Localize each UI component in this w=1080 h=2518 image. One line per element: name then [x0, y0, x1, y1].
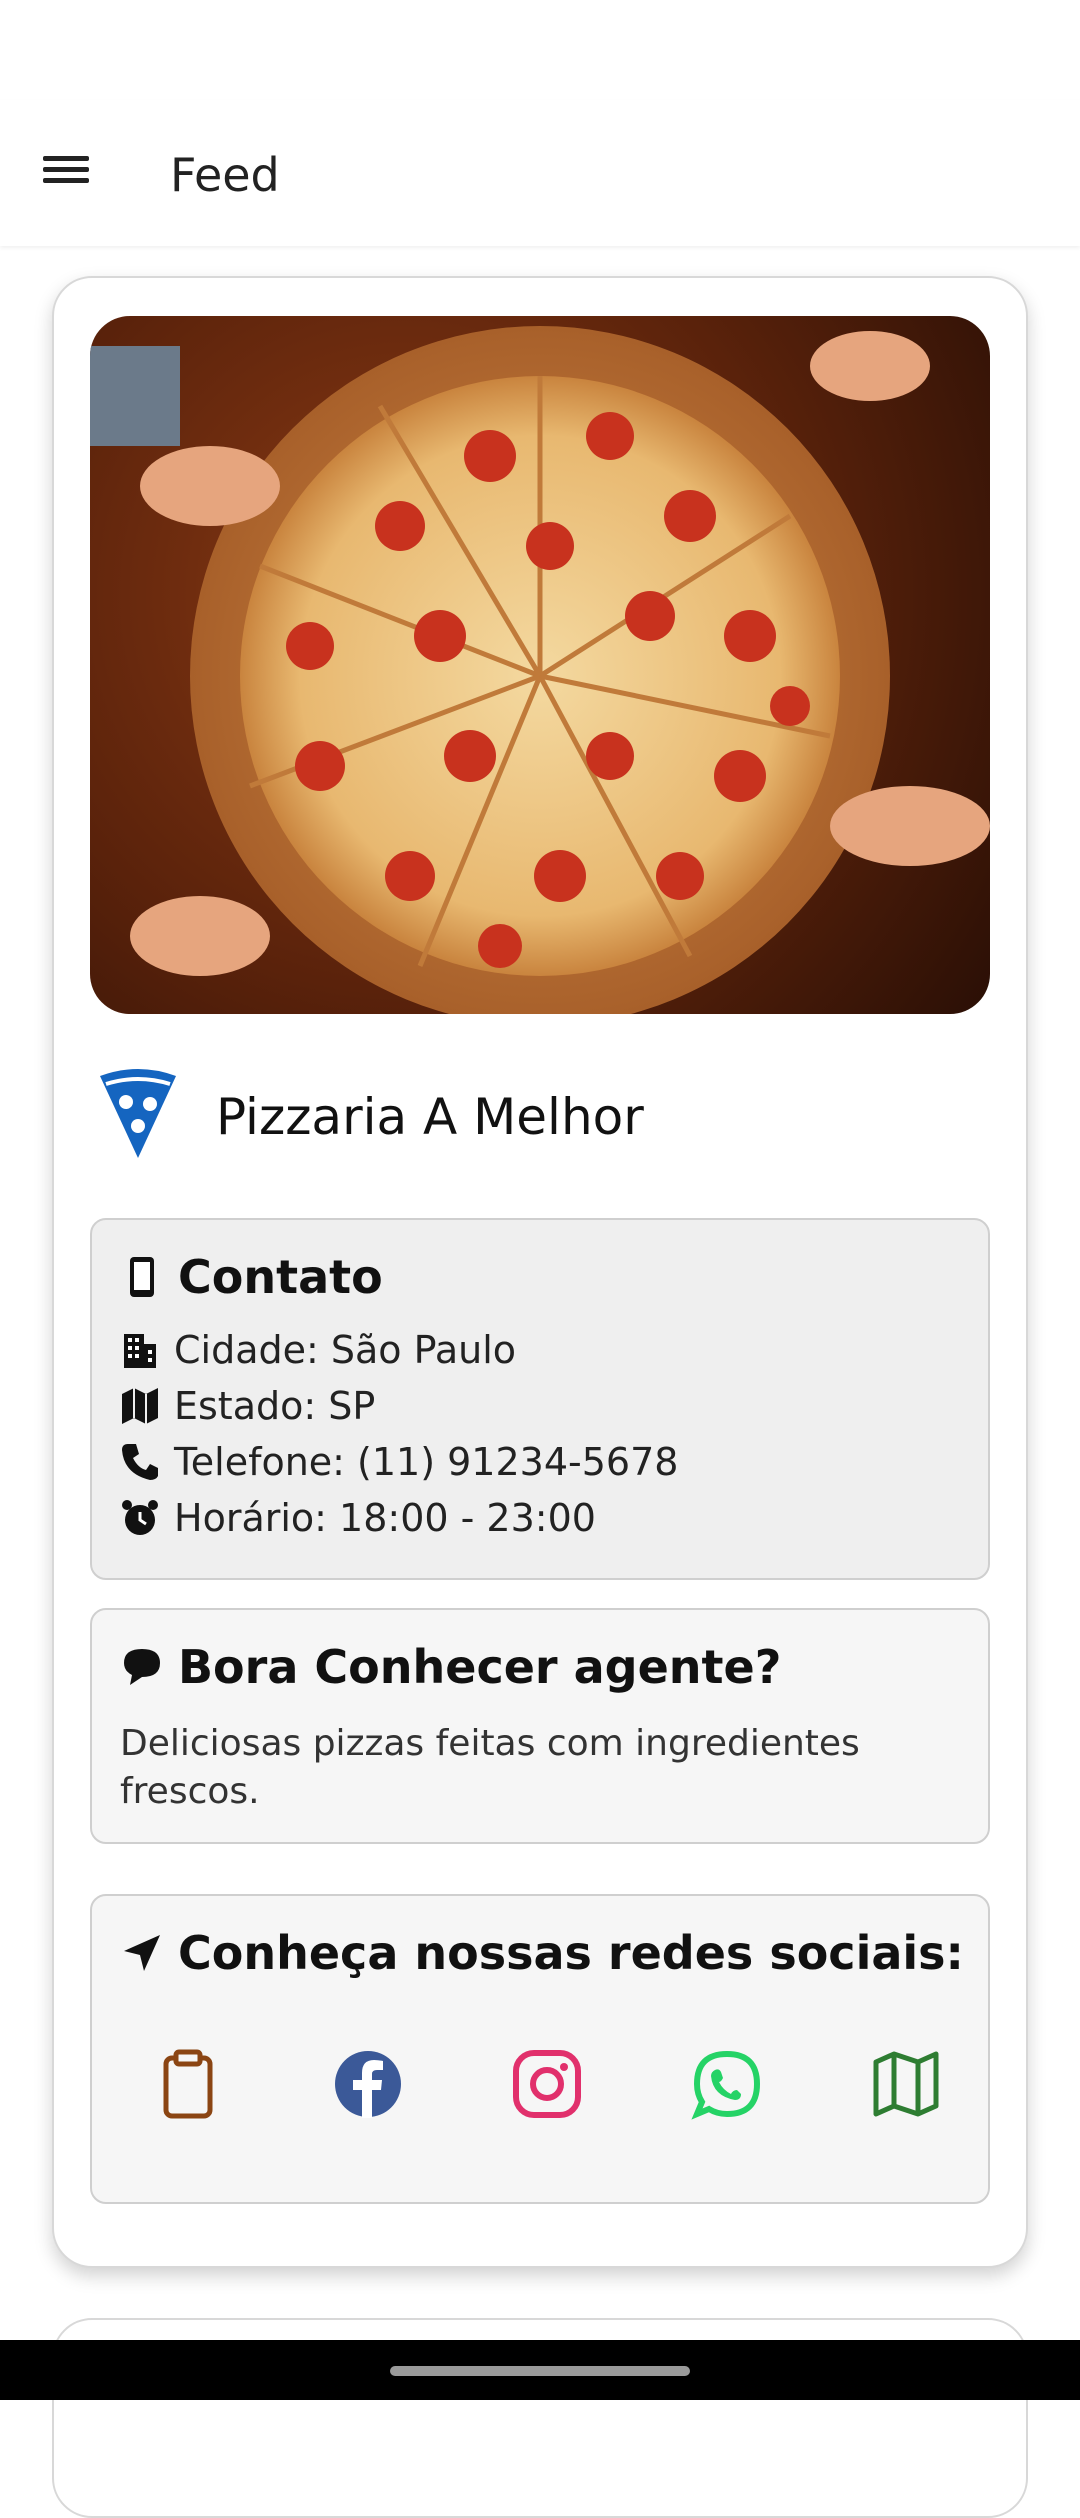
send-icon: [124, 1935, 160, 1971]
status-bar: [0, 0, 1080, 100]
social-title: Conheça nossas redes sociais:: [120, 1926, 964, 1980]
about-description: Deliciosas pizzas feitas com ingrediente…: [120, 1723, 860, 1812]
map-icon: [122, 1388, 158, 1424]
alarm-clock-icon: [122, 1500, 158, 1535]
city-text: Cidade: São Paulo: [174, 1328, 516, 1372]
whatsapp-icon[interactable]: [690, 2048, 763, 2120]
hours-text: Horário: 18:00 - 23:00: [174, 1496, 596, 1540]
contact-title: Contato: [120, 1250, 383, 1304]
instagram-icon[interactable]: [511, 2048, 583, 2120]
state-text: Estado: SP: [174, 1384, 376, 1428]
about-section: Bora Conhecer agente? Deliciosas pizzas …: [90, 1608, 990, 1844]
page-title: Feed: [170, 148, 280, 202]
info-city: Cidade: São Paulo: [120, 1328, 516, 1372]
info-phone: Telefone: (11) 91234-5678: [120, 1440, 678, 1484]
app-bar: Feed: [0, 100, 1080, 246]
clipboard-icon[interactable]: [152, 2048, 224, 2120]
pizza-photo: [90, 316, 990, 1014]
phone-text[interactable]: Telefone: (11) 91234-5678: [174, 1440, 678, 1484]
social-links: [152, 2048, 942, 2128]
about-title-text: Bora Conhecer agente?: [178, 1640, 782, 1694]
shop-header: Pizzaria A Melhor: [90, 1068, 990, 1178]
contact-title-text: Contato: [178, 1250, 383, 1304]
chat-bubble-icon: [124, 1649, 160, 1685]
info-state: Estado: SP: [120, 1384, 375, 1428]
social-title-text: Conheça nossas redes sociais:: [178, 1926, 964, 1980]
info-hours: Horário: 18:00 - 23:00: [120, 1496, 596, 1540]
shop-name: Pizzaria A Melhor: [216, 1088, 644, 1146]
map-icon[interactable]: [870, 2048, 942, 2120]
phone-icon: [122, 1444, 158, 1480]
home-handle[interactable]: [390, 2366, 690, 2376]
contact-section: Contato Cidade: São Paulo Estado: SP Tel…: [90, 1218, 990, 1580]
phone-device-icon: [130, 1257, 154, 1297]
building-icon: [124, 1334, 156, 1368]
social-section: Conheça nossas redes sociais:: [90, 1894, 990, 2204]
pizza-slice-icon: [100, 1069, 176, 1158]
restaurant-card: Pizzaria A Melhor Contato Cidade: São Pa…: [52, 276, 1028, 2268]
about-title: Bora Conhecer agente?: [120, 1640, 781, 1694]
menu-icon[interactable]: [36, 150, 96, 200]
facebook-icon[interactable]: [332, 2048, 404, 2120]
